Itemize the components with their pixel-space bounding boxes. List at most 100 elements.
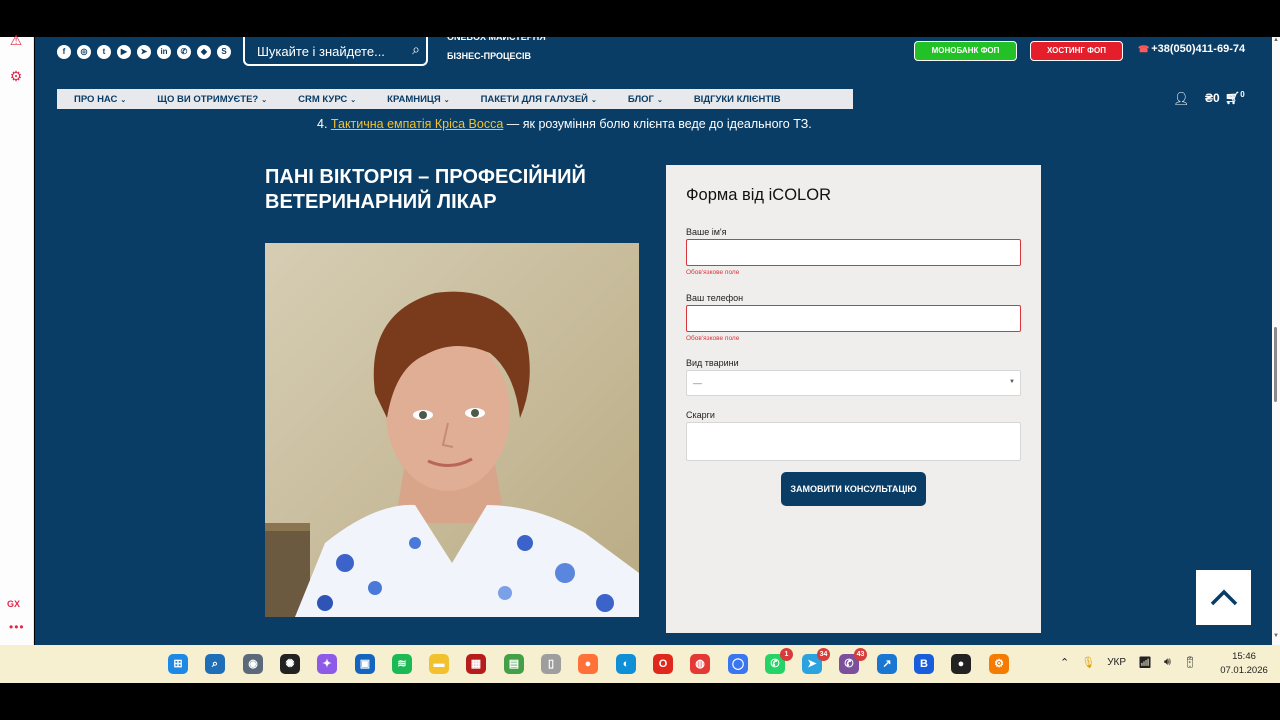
- bitwarden-icon[interactable]: B: [914, 654, 934, 674]
- opera-icon[interactable]: O: [653, 654, 673, 674]
- consultation-form: Форма від iCOLOR Ваше ім'я Обов'язкове п…: [666, 165, 1041, 633]
- phone-field[interactable]: [686, 305, 1021, 332]
- cart-icon: 🛒︎: [1225, 91, 1241, 105]
- complaints-field[interactable]: [686, 422, 1021, 461]
- nav-item-label: БЛОГ: [627, 93, 654, 105]
- edge-icon[interactable]: ◐: [616, 654, 636, 674]
- microphone-icon[interactable]: 🎙︎: [1081, 656, 1095, 669]
- bottom-black-bar: [0, 683, 1280, 720]
- copilot-icon[interactable]: ✦: [317, 654, 337, 674]
- chevron-down-icon: ⌄: [261, 96, 268, 104]
- wifi-icon[interactable]: 📶︎: [1138, 656, 1152, 669]
- settings-app-icon[interactable]: ⚙: [989, 654, 1009, 674]
- whatsapp-icon[interactable]: ✆: [177, 45, 191, 59]
- signal-icon[interactable]: ◯: [728, 654, 748, 674]
- chrome-icon[interactable]: ◍: [690, 654, 710, 674]
- nav-item[interactable]: CRM КУРС ⌄: [298, 94, 356, 105]
- search-icon[interactable]: ⌕: [205, 654, 225, 674]
- app-red-icon[interactable]: ▦: [466, 654, 486, 674]
- firefox-icon[interactable]: ●: [578, 654, 598, 674]
- name-field[interactable]: [686, 239, 1021, 266]
- windows-start-icon[interactable]: ⊞: [168, 654, 188, 674]
- cart-amount: ₴0: [1205, 91, 1220, 105]
- tagline-line2: БІЗНЕС-ПРОЦЕСІВ: [447, 51, 532, 61]
- user-icon[interactable]: 👤︎: [1173, 91, 1190, 107]
- nav-item-label: CRM КУРС: [298, 93, 348, 105]
- youtube-icon[interactable]: ▶: [117, 45, 131, 59]
- scroll-to-top-button[interactable]: [1196, 570, 1251, 625]
- skype-icon[interactable]: S: [217, 45, 231, 59]
- twitter-icon[interactable]: t: [97, 45, 111, 59]
- chevron-up-icon: [1210, 589, 1238, 606]
- chevron-down-icon: ⌄: [656, 96, 663, 104]
- phone-error: Обов'язкове поле: [686, 335, 740, 342]
- animal-select[interactable]: — ▼: [686, 370, 1021, 396]
- warning-icon[interactable]: ⚠: [7, 31, 25, 49]
- hosting-button[interactable]: ХОСТИНГ ФОП: [1030, 41, 1123, 61]
- telegram-icon[interactable]: ➤: [137, 45, 151, 59]
- cart-count: 0: [1240, 90, 1245, 99]
- scroll-down-icon[interactable]: ▼: [1273, 633, 1279, 639]
- viber-icon[interactable]: ✆ 43: [839, 648, 867, 674]
- notification-badge: 43: [854, 648, 867, 661]
- submit-button[interactable]: ЗАМОВИТИ КОНСУЛЬТАЦІЮ: [781, 472, 926, 506]
- clock[interactable]: 15:46 07.01.2026: [1218, 650, 1270, 678]
- folder-icon[interactable]: ▬: [429, 654, 449, 674]
- clock-time: 15:46: [1232, 651, 1256, 662]
- telegram-icon[interactable]: ➤ 34: [802, 648, 830, 674]
- nav-item-label: ЩО ВИ ОТРИМУЄТЕ?: [157, 93, 259, 105]
- phone-icon: ☎: [1138, 44, 1150, 54]
- nav-item-label: КРАМНИЦЯ: [387, 93, 441, 105]
- search-icon[interactable]: ⌕: [412, 41, 420, 58]
- tagline: ONEBOX МАЙСТЕРНЯ БІЗНЕС-ПРОЦЕСІВ: [447, 37, 546, 66]
- notification-badge: 1: [780, 648, 793, 661]
- arrow-app-icon[interactable]: ↗: [877, 654, 897, 674]
- complaints-label: Скарги: [686, 410, 715, 420]
- android-icon[interactable]: ◆: [197, 45, 211, 59]
- list-number: 4.: [317, 117, 328, 131]
- scroll-up-icon[interactable]: ▲: [1273, 37, 1279, 43]
- tray-chevron-icon[interactable]: ⌃: [1060, 656, 1069, 669]
- search-box: ⌕: [243, 37, 428, 66]
- cart-link[interactable]: ₴0 🛒︎0: [1205, 90, 1245, 105]
- more-icon[interactable]: •••: [9, 620, 25, 634]
- spotify-icon[interactable]: ≋: [392, 654, 412, 674]
- gx-icon[interactable]: GX: [7, 599, 20, 609]
- nav-item[interactable]: БЛОГ ⌄: [628, 94, 663, 105]
- nav-item-label: ПРО НАС: [74, 93, 118, 105]
- chevron-down-icon: ▼: [1009, 379, 1015, 385]
- nav-item[interactable]: ПАКЕТИ ДЛЯ ГАЛУЗЕЙ ⌄: [481, 94, 597, 105]
- system-tray: ⌃ 🎙︎ УКР 📶︎ 🔊︎ 🔋︎: [1060, 656, 1197, 669]
- page-scrollbar[interactable]: ▲ ▼: [1272, 37, 1280, 645]
- nav-item[interactable]: КРАМНИЦЯ ⌄: [387, 94, 449, 105]
- settings-icon[interactable]: ⚙: [7, 67, 25, 85]
- facebook-icon[interactable]: f: [57, 45, 71, 59]
- phone-link[interactable]: ☎ +38(050)411-69-74: [1138, 43, 1245, 55]
- battery-icon[interactable]: 🔋︎: [1183, 656, 1197, 669]
- chevron-down-icon: ⌄: [591, 96, 597, 104]
- camera-icon[interactable]: ◉: [243, 654, 263, 674]
- record-icon[interactable]: ●: [951, 654, 971, 674]
- nav-item[interactable]: ПРО НАС ⌄: [74, 94, 126, 105]
- screen: ⚠ ⚙ GX ••• f ◎ t ▶ ➤ in ✆ ◆ S ⌕ ONEBOX МАЙСТЕРНЯ…: [0, 0, 1280, 720]
- nav-item[interactable]: ЩО ВИ ОТРИМУЄТЕ? ⌄: [157, 94, 267, 105]
- nav-item[interactable]: ВІДГУКИ КЛІЄНТІВ: [694, 94, 781, 105]
- chart-app-icon[interactable]: ▤: [504, 654, 524, 674]
- store-icon[interactable]: ▣: [355, 654, 375, 674]
- chatgpt-icon[interactable]: ✺: [280, 654, 300, 674]
- clock-date: 07.01.2026: [1220, 665, 1268, 676]
- name-error: Обов'язкове поле: [686, 269, 740, 276]
- monobank-button[interactable]: МОНОБАНК ФОП: [914, 41, 1017, 61]
- linkedin-icon[interactable]: in: [157, 45, 171, 59]
- vet-photo: [265, 243, 639, 617]
- search-input[interactable]: [257, 42, 397, 60]
- language-indicator[interactable]: УКР: [1107, 657, 1126, 668]
- list-link[interactable]: Тактична емпатія Кріса Восса: [331, 117, 503, 131]
- name-label: Ваше ім'я: [686, 227, 727, 237]
- whatsapp-icon[interactable]: ✆ 1: [765, 648, 793, 674]
- volume-icon[interactable]: 🔊︎: [1164, 656, 1171, 669]
- list-item: 4. Тактична емпатія Кріса Восса — як роз…: [317, 117, 812, 131]
- instagram-icon[interactable]: ◎: [77, 45, 91, 59]
- document-icon[interactable]: ▯: [541, 654, 561, 674]
- scrollbar-thumb[interactable]: [1274, 327, 1277, 402]
